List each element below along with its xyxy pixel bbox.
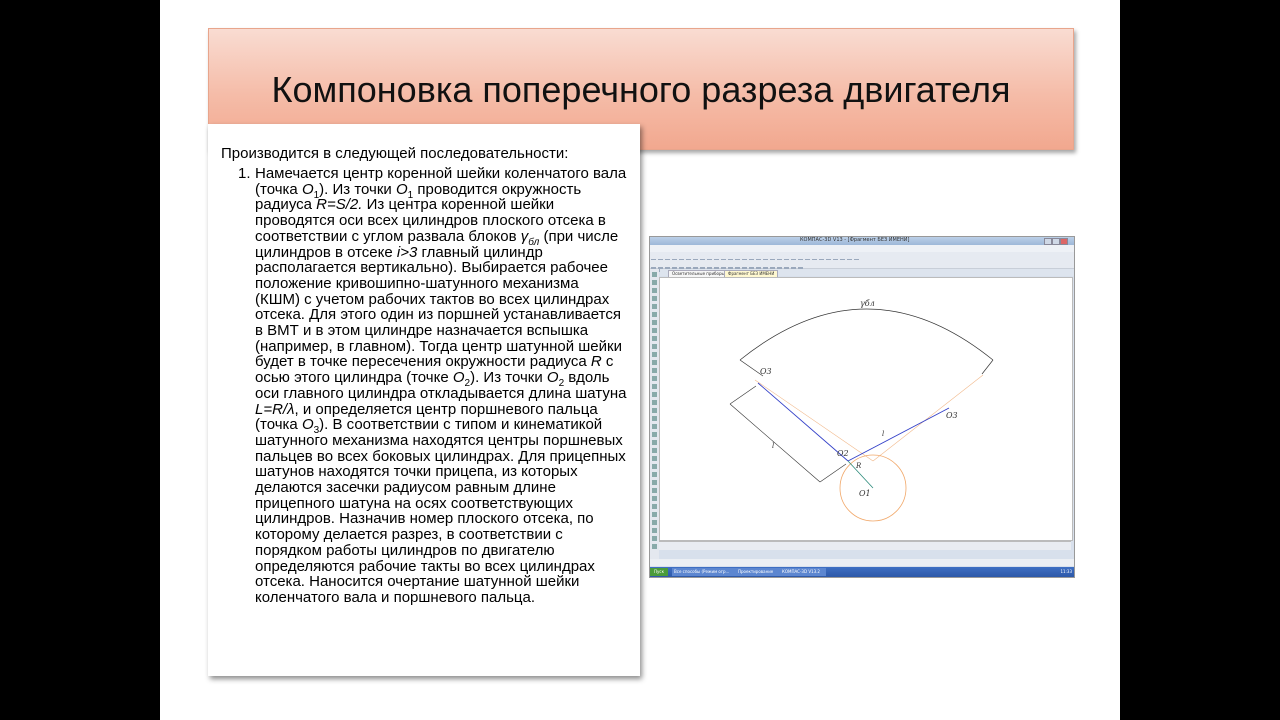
label-o2: O2 [837,449,849,458]
toolbar [650,260,1074,272]
window-title: КОМПАС-3D V13 - [Фрагмент БЕЗ ИМЕНИ] [800,237,910,243]
slide-title: Компоновка поперечного разреза двигателя [271,69,1011,110]
dim-line-top [729,385,757,405]
label-l-right: l [882,430,884,438]
left-toolbar [650,269,659,559]
intro-text: Производится в следующей последовательно… [221,145,569,162]
maximize-icon[interactable] [1052,238,1060,245]
cylinder-axis-right [872,374,984,462]
window-titlebar: КОМПАС-3D V13 - [Фрагмент БЕЗ ИМЕНИ] [650,237,1074,245]
menu-bar: ФайлРедакторВыделитьВидВставкаИнструмент… [650,245,1074,259]
clock: 11:33 [1060,569,1072,574]
label-o3-left: O3 [760,367,772,376]
start-button[interactable]: Пуск [650,568,668,576]
label-l-left: l [772,442,774,450]
taskbar-item[interactable]: Проектирование ДВС [736,568,780,576]
item-body: Намечается центр коренной шейки коленчат… [255,165,627,606]
item-number: 1. [238,165,251,182]
taskbar-item[interactable]: Все способы (Режим огр... [672,568,736,576]
drawing-canvas[interactable]: γбл O3 O3 O2 R O1 l l [659,277,1073,541]
list-item: 1. Намечается центр коренной шейки колен… [238,165,627,606]
extension-right [981,359,994,375]
text-box: Производится в следующей последовательно… [208,124,640,676]
label-o1: O1 [859,489,871,498]
label-o3-right: O3 [946,411,958,420]
minimize-icon[interactable] [1044,238,1052,245]
engine-drawing: γбл O3 O3 O2 R O1 l l [729,299,994,522]
close-icon[interactable] [1060,238,1068,245]
label-r: R [855,462,862,470]
label-gamma: γбл [860,299,875,308]
compass-screenshot: КОМПАС-3D V13 - [Фрагмент БЕЗ ИМЕНИ] Фай… [649,236,1075,578]
horizontal-scrollbar[interactable] [659,541,1071,550]
document-tabs: Осветительные приборы Фрагмент БЕЗ ИМЕНИ [660,269,1074,278]
taskbar: Пуск Все способы (Режим огр... Проектиро… [650,567,1074,577]
dim-line-bottom [819,463,847,483]
arc-gamma [739,308,994,361]
status-bar: Щелкните левой кнопкой мыши на объекте д… [650,559,1074,573]
taskbar-item[interactable]: КОМПАС-3D V13.2 [780,568,826,576]
connecting-rod-side [847,407,950,462]
